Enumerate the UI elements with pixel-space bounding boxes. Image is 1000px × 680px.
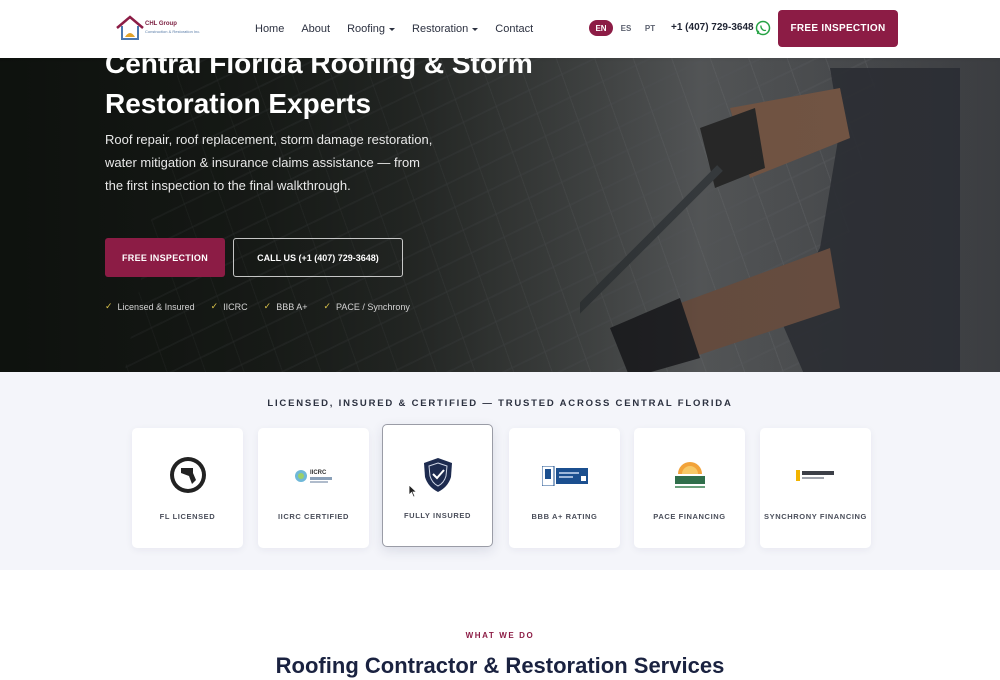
logo-subtitle: Construction & Restoration Inc. (145, 29, 201, 34)
iicrc-logo-icon: IICRC (294, 469, 332, 483)
florida-seal-icon (169, 457, 206, 493)
card-iicrc[interactable]: IICRC IICRC CERTIFIED (258, 428, 369, 548)
house-logo-icon (116, 15, 144, 40)
hero-title: Central Florida Roofing & Storm Restorat… (105, 58, 533, 119)
card-synchrony[interactable]: SYNCHRONY FINANCING (760, 428, 871, 548)
hero-subtitle: Roof repair, roof replacement, storm dam… (105, 132, 433, 193)
logo[interactable]: CHL Group Construction & Restoration Inc… (115, 13, 200, 43)
services-title: Roofing Contractor & Restoration Service… (275, 653, 725, 678)
card-pace[interactable]: PACE FINANCING (634, 428, 745, 548)
header-phone-link[interactable]: +1 (407) 729-3648 (671, 22, 754, 33)
hero-free-inspection-button[interactable]: FREE INSPECTION (105, 238, 225, 277)
language-en[interactable]: EN (589, 20, 613, 36)
card-synchrony-label: SYNCHRONY FINANCING (764, 512, 867, 521)
hero-section: Central Florida Roofing & Storm Restorat… (0, 58, 1000, 372)
card-bbb-label: BBB A+ RATING (531, 512, 598, 521)
hero-badges: ✓ Licensed & Insured ✓ IICRC ✓ BBB A+ ✓ PACE… (105, 301, 410, 312)
whatsapp-icon[interactable] (755, 20, 771, 36)
card-bbb[interactable]: BBB A+ RATING (509, 428, 620, 548)
badge-bbb-label: BBB A+ (276, 301, 308, 312)
language-pt[interactable]: PT (641, 20, 659, 36)
card-fl-licensed-label: FL LICENSED (159, 512, 216, 521)
mouse-cursor-icon (408, 484, 418, 498)
nav-restoration[interactable]: Restoration (412, 23, 479, 35)
badge-iicrc: ✓ IICRC (211, 301, 248, 312)
nav-restoration-label: Restoration (412, 23, 469, 35)
main-nav: Home About Roofing Restoration Contact (255, 0, 550, 58)
badge-pace-label: PACE / Synchrony (336, 301, 410, 312)
nav-home[interactable]: Home (255, 23, 284, 35)
pace-logo-icon (671, 462, 708, 488)
nav-about-label: About (301, 23, 331, 35)
badge-pace: ✓ PACE / Synchrony (323, 301, 409, 312)
language-es[interactable]: ES (617, 20, 635, 36)
nav-contact-label: Contact (495, 23, 534, 35)
chevron-down-icon (472, 27, 479, 31)
card-fully-insured[interactable]: FULLY INSURED (382, 424, 493, 547)
card-pace-label: PACE FINANCING (653, 512, 726, 521)
card-iicrc-label: IICRC CERTIFIED (277, 512, 350, 521)
hero-call-us-button[interactable]: CALL US (+1 (407) 729-3648) (233, 238, 403, 277)
chevron-down-icon (389, 27, 396, 31)
nav-about[interactable]: About (301, 23, 330, 35)
check-icon: ✓ (263, 301, 272, 311)
badge-bbb: ✓ BBB A+ (264, 301, 308, 312)
badge-licensed: ✓ Licensed & Insured (105, 301, 195, 312)
nav-contact[interactable]: Contact (495, 23, 533, 35)
certification-cards: FL LICENSED IICRC IICRC CERTIFIED FULLY … (132, 424, 872, 548)
insured-shield-icon (423, 458, 452, 492)
site-header: CHL Group Construction & Restoration Inc… (0, 0, 1000, 58)
card-fully-insured-label: FULLY INSURED (404, 511, 471, 520)
bbb-logo-icon (541, 466, 588, 486)
badge-iicrc-label: IICRC (223, 301, 248, 312)
check-icon: ✓ (210, 301, 219, 311)
trust-section: LICENSED, INSURED & CERTIFIED — TRUSTED … (0, 372, 1000, 570)
check-icon: ✓ (105, 301, 113, 311)
header-free-inspection-button[interactable]: FREE INSPECTION (778, 10, 898, 47)
nav-roofing-label: Roofing (347, 23, 386, 35)
nav-roofing[interactable]: Roofing (347, 23, 396, 35)
logo-name: CHL Group (145, 21, 177, 27)
services-eyebrow: WHAT WE DO (465, 631, 535, 640)
svg-text:IICRC: IICRC (310, 470, 327, 476)
nav-home-label: Home (255, 23, 285, 35)
trust-heading: LICENSED, INSURED & CERTIFIED — TRUSTED … (267, 398, 733, 409)
badge-licensed-label: Licensed & Insured (117, 301, 195, 312)
card-fl-licensed[interactable]: FL LICENSED (132, 428, 243, 548)
check-icon: ✓ (323, 301, 332, 311)
synchrony-logo-icon (795, 470, 834, 481)
